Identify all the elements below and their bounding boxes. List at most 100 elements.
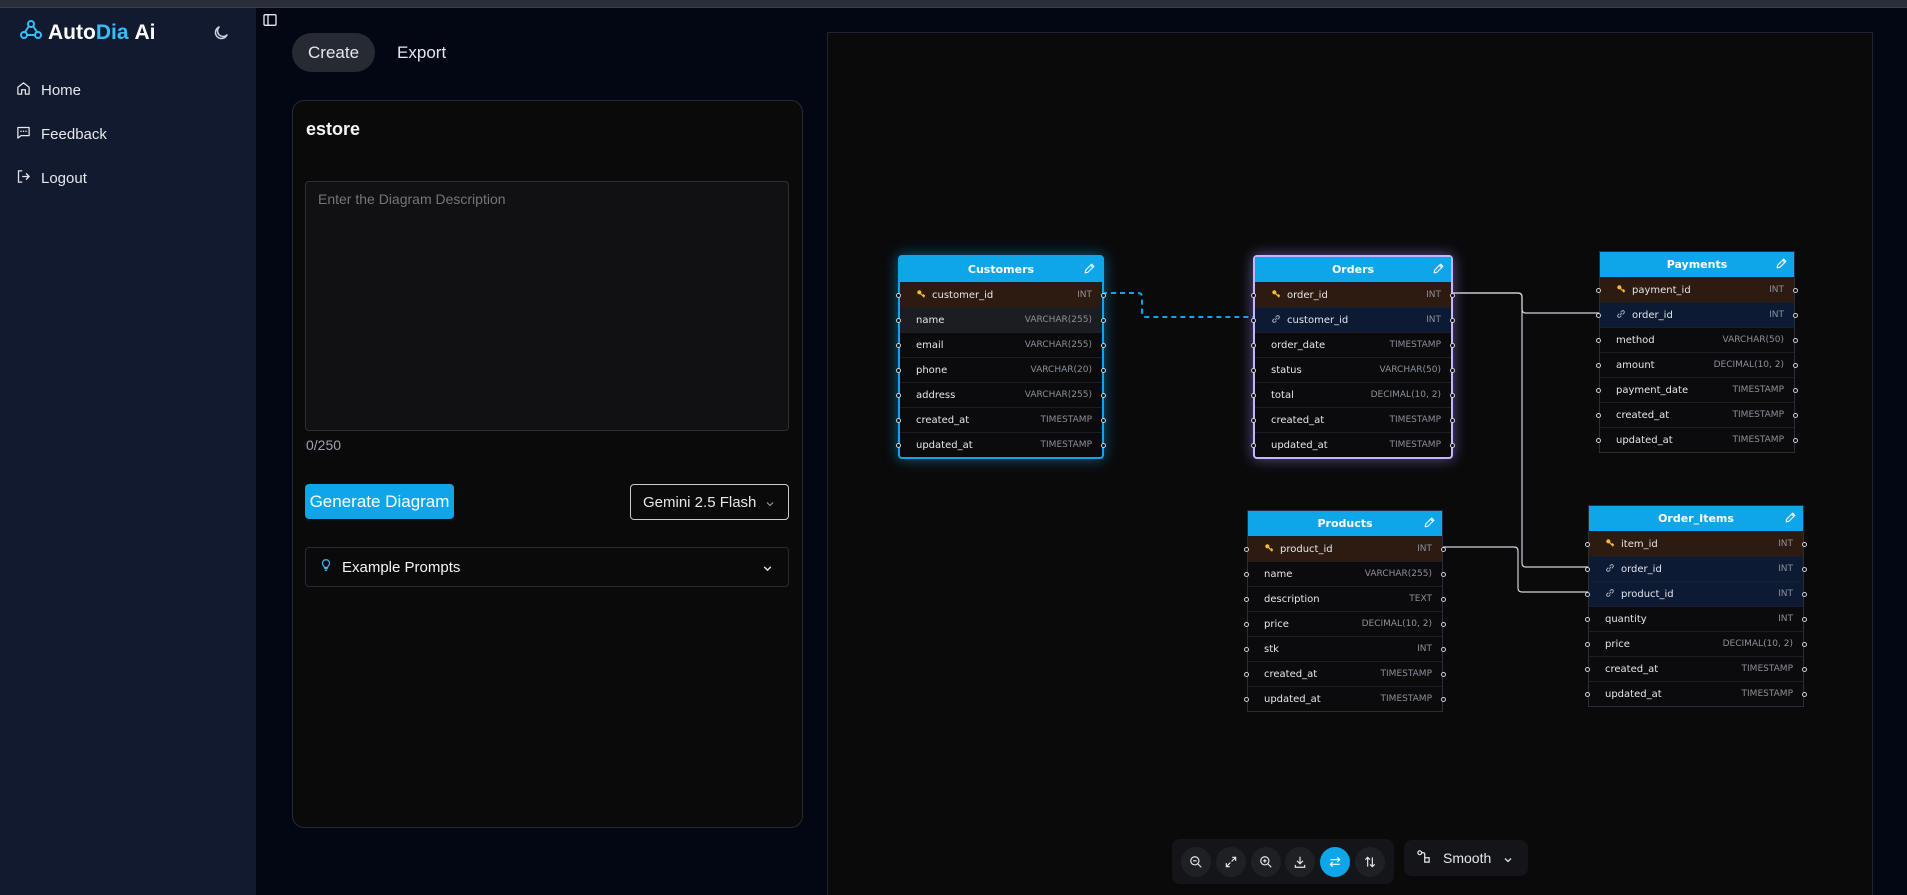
connection-handle[interactable] [1596,363,1601,368]
diagram-canvas[interactable]: Customers customer_id INT name VARCHAR(255… [827,32,1873,895]
connection-handle[interactable] [1251,418,1256,423]
connection-handle[interactable] [1441,572,1446,577]
column-row[interactable]: updated_at TIMESTAMP [1251,432,1455,457]
column-row[interactable]: updated_at TIMESTAMP [1244,686,1446,711]
column-row[interactable]: customer_id INT [1251,307,1455,332]
column-row[interactable]: order_id INT [1251,282,1455,307]
column-row[interactable]: name VARCHAR(255) [896,307,1106,332]
column-row[interactable]: status VARCHAR(50) [1251,357,1455,382]
connection-handle[interactable] [1793,388,1798,393]
connection-handle[interactable] [1802,692,1807,697]
column-row[interactable]: order_date TIMESTAMP [1251,332,1455,357]
connection-handle[interactable] [1441,672,1446,677]
connection-handle[interactable] [1793,313,1798,318]
column-row[interactable]: customer_id INT [896,282,1106,307]
model-select[interactable]: Gemini 2.5 Flash [630,484,789,520]
connection-handle[interactable] [1585,642,1590,647]
connection-handle[interactable] [1441,597,1446,602]
connection-handle[interactable] [1441,647,1446,652]
connection-handle[interactable] [1450,343,1455,348]
column-row[interactable]: order_id INT [1585,556,1807,581]
column-row[interactable]: address VARCHAR(255) [896,382,1106,407]
nav-item-logout[interactable]: Logout [16,156,107,200]
connection-handle[interactable] [1596,288,1601,293]
column-row[interactable]: method VARCHAR(50) [1596,327,1798,352]
connection-handle[interactable] [1450,368,1455,373]
column-row[interactable]: payment_id INT [1596,277,1798,302]
generate-diagram-button[interactable]: Generate Diagram [305,484,454,519]
connection-handle[interactable] [1101,368,1106,373]
column-row[interactable]: payment_date TIMESTAMP [1596,377,1798,402]
column-row[interactable]: phone VARCHAR(20) [896,357,1106,382]
table-order-items[interactable]: Order_Items item_id INT order_id INT produ… [1585,505,1807,707]
edit-pencil-icon[interactable] [1775,257,1788,273]
column-row[interactable]: product_id INT [1585,581,1807,606]
connection-handle[interactable] [1251,318,1256,323]
edit-pencil-icon[interactable] [1432,262,1445,278]
connection-handle[interactable] [1450,318,1455,323]
connection-handle[interactable] [1101,318,1106,323]
connection-handle[interactable] [1585,567,1590,572]
connection-handle[interactable] [1450,393,1455,398]
connection-handle[interactable] [1585,617,1590,622]
column-row[interactable]: stk INT [1244,636,1446,661]
fit-view-icon[interactable] [1215,846,1246,877]
column-row[interactable]: product_id INT [1244,536,1446,561]
download-icon[interactable] [1285,846,1316,877]
column-row[interactable]: item_id INT [1585,531,1807,556]
column-row[interactable]: created_at TIMESTAMP [1244,661,1446,686]
connection-handle[interactable] [1802,617,1807,622]
connection-handle[interactable] [1793,288,1798,293]
connection-handle[interactable] [1251,293,1256,298]
connection-handle[interactable] [1585,592,1590,597]
connection-handle[interactable] [1244,572,1249,577]
connection-handle[interactable] [1450,293,1455,298]
connection-handle[interactable] [1441,697,1446,702]
connection-handle[interactable] [896,318,901,323]
column-row[interactable]: name VARCHAR(255) [1244,561,1446,586]
table-orders[interactable]: Orders order_id INT customer_id INT order_… [1251,255,1455,459]
connection-handle[interactable] [1251,393,1256,398]
edge-style-select[interactable]: Smooth [1404,840,1528,876]
connection-handle[interactable] [1802,667,1807,672]
connection-handle[interactable] [896,393,901,398]
connection-handle[interactable] [1251,368,1256,373]
connection-handle[interactable] [1450,418,1455,423]
column-row[interactable]: quantity INT [1585,606,1807,631]
connection-handle[interactable] [1596,438,1601,443]
connection-handle[interactable] [1251,343,1256,348]
connection-handle[interactable] [1441,622,1446,627]
column-row[interactable]: email VARCHAR(255) [896,332,1106,357]
connection-handle[interactable] [1244,622,1249,627]
column-row[interactable]: created_at TIMESTAMP [1585,656,1807,681]
connection-handle[interactable] [1244,672,1249,677]
description-input[interactable] [305,181,789,431]
connection-handle[interactable] [1244,547,1249,552]
zoom-out-icon[interactable] [1180,846,1211,877]
column-row[interactable]: created_at TIMESTAMP [1596,402,1798,427]
connection-handle[interactable] [1244,647,1249,652]
connection-handle[interactable] [1101,443,1106,448]
tab-create[interactable]: Create [292,33,376,72]
theme-toggle-moon-icon[interactable] [212,24,230,46]
horizontal-layout-icon[interactable] [1320,846,1351,877]
sidebar-toggle-icon[interactable] [262,12,278,32]
connection-handle[interactable] [1450,443,1455,448]
table-customers[interactable]: Customers customer_id INT name VARCHAR(255… [896,255,1106,459]
table-header[interactable]: Products [1248,511,1442,536]
connection-handle[interactable] [1585,692,1590,697]
connection-handle[interactable] [1793,363,1798,368]
brand-logo[interactable]: AutoDia Ai [20,20,156,46]
connection-handle[interactable] [1251,443,1256,448]
connection-handle[interactable] [1441,547,1446,552]
table-header[interactable]: Customers [900,257,1102,282]
connection-handle[interactable] [1596,413,1601,418]
edit-pencil-icon[interactable] [1423,516,1436,532]
connection-handle[interactable] [896,443,901,448]
column-row[interactable]: total DECIMAL(10, 2) [1251,382,1455,407]
connection-handle[interactable] [1802,592,1807,597]
table-header[interactable]: Orders [1255,257,1451,282]
connection-handle[interactable] [896,418,901,423]
column-row[interactable]: amount DECIMAL(10, 2) [1596,352,1798,377]
connection-handle[interactable] [1802,542,1807,547]
